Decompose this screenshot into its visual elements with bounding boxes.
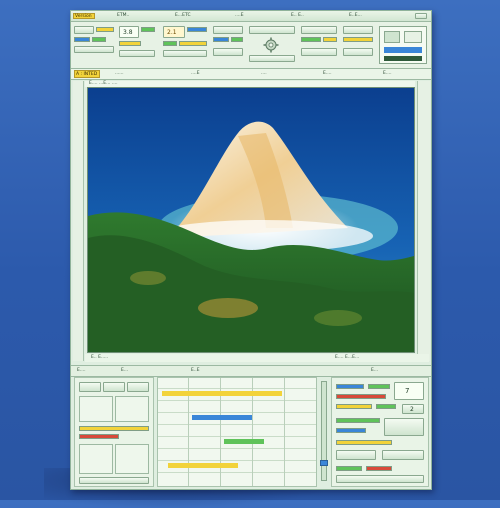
toolbar-item[interactable]: .... bbox=[261, 70, 267, 77]
tool-button[interactable] bbox=[301, 48, 337, 56]
grid-highlight bbox=[224, 439, 264, 444]
tool-swatch[interactable] bbox=[141, 27, 155, 32]
tool-swatch[interactable] bbox=[163, 41, 177, 46]
toolbar-item[interactable]: ....E bbox=[191, 70, 200, 77]
thumbnail[interactable] bbox=[79, 396, 113, 422]
readout-box[interactable]: 7 bbox=[394, 382, 424, 400]
tool-swatch[interactable] bbox=[301, 37, 321, 42]
bottom-panel-header: E.... E... E..E E... bbox=[71, 365, 431, 377]
panel-button[interactable] bbox=[382, 450, 424, 460]
level-bar bbox=[79, 434, 119, 439]
secondary-toolbar: A : INTED ...... ....E .... E.... E.... bbox=[71, 69, 431, 80]
panel-header-item[interactable]: E... bbox=[121, 367, 128, 374]
tool-swatch[interactable] bbox=[74, 37, 90, 42]
viewport-status-bar: E.. E..... E.... E...E... bbox=[85, 354, 429, 362]
toolbar-item[interactable]: E.... bbox=[323, 70, 332, 77]
tool-button[interactable] bbox=[213, 48, 243, 56]
setting-bar[interactable] bbox=[336, 394, 386, 399]
setting-bar[interactable] bbox=[336, 428, 366, 433]
tool-swatch[interactable] bbox=[213, 37, 229, 42]
gear-icon[interactable] bbox=[263, 37, 279, 53]
tool-button[interactable] bbox=[213, 26, 243, 34]
title-fragment: E.. E.. bbox=[291, 13, 304, 18]
thumbnail[interactable] bbox=[79, 444, 113, 474]
status-left: E.. E..... bbox=[91, 355, 109, 360]
toolbar-item[interactable]: E.... bbox=[383, 70, 392, 77]
vertical-ruler bbox=[73, 81, 84, 361]
tool-button[interactable] bbox=[343, 48, 373, 56]
grid-highlight bbox=[162, 391, 282, 396]
tool-button[interactable] bbox=[343, 26, 373, 34]
setting-bar[interactable] bbox=[336, 418, 380, 423]
setting-bar[interactable] bbox=[336, 440, 392, 445]
tool-swatch[interactable] bbox=[179, 41, 207, 46]
mode-tag[interactable]: A : INTED bbox=[74, 70, 100, 78]
tool-button[interactable] bbox=[74, 26, 94, 34]
tool-swatch[interactable] bbox=[343, 37, 373, 42]
title-fragment: ....E bbox=[235, 13, 244, 18]
tool-swatch[interactable] bbox=[231, 37, 243, 42]
bottom-left-panel bbox=[74, 377, 154, 487]
bottom-right-panel: 7 2 bbox=[331, 377, 429, 487]
title-fragment: E...ETC bbox=[175, 13, 191, 18]
tool-button[interactable] bbox=[74, 46, 114, 53]
slider-handle[interactable] bbox=[320, 460, 328, 466]
toolbar-item[interactable]: ...... bbox=[115, 70, 124, 77]
tool-swatch[interactable] bbox=[187, 27, 207, 32]
thumbnail[interactable] bbox=[115, 396, 149, 422]
panel-button[interactable] bbox=[103, 382, 125, 392]
image-viewport[interactable] bbox=[87, 87, 415, 353]
title-fragment: E..E... bbox=[349, 13, 362, 18]
grid-highlight bbox=[192, 415, 252, 420]
setting-bar[interactable] bbox=[376, 404, 396, 409]
tool-button[interactable] bbox=[249, 55, 295, 62]
tool-swatch[interactable] bbox=[96, 27, 114, 32]
title-fragment: ETM.. bbox=[117, 13, 130, 18]
panel-header-item[interactable]: E.... bbox=[77, 367, 86, 374]
tool-button[interactable] bbox=[249, 26, 295, 34]
value-box-2[interactable]: 2.1 bbox=[163, 26, 185, 38]
panel-header-item[interactable]: E... bbox=[371, 367, 378, 374]
setting-bar[interactable] bbox=[336, 384, 364, 389]
setting-bar[interactable] bbox=[366, 466, 392, 471]
status-right: E.... E...E... bbox=[335, 355, 360, 360]
preview-panel[interactable] bbox=[379, 26, 427, 64]
setting-bar[interactable] bbox=[368, 384, 390, 389]
viewport-caption: E.... ...E... .... bbox=[89, 81, 118, 86]
tool-swatch[interactable] bbox=[323, 37, 337, 42]
canvas-image bbox=[88, 88, 414, 352]
tool-swatch[interactable] bbox=[92, 37, 106, 42]
setting-bar[interactable] bbox=[336, 404, 372, 409]
tool-button[interactable] bbox=[163, 50, 207, 57]
data-grid[interactable] bbox=[157, 377, 317, 487]
title-bar: Version ETM.. E...ETC ....E E.. E.. E..E… bbox=[71, 11, 431, 22]
tool-button[interactable] bbox=[301, 26, 337, 34]
thumbnail[interactable] bbox=[115, 444, 149, 474]
grid-highlight bbox=[168, 463, 238, 468]
setting-bar[interactable] bbox=[336, 466, 362, 471]
vertical-slider[interactable] bbox=[320, 381, 328, 481]
panel-button[interactable] bbox=[336, 475, 424, 483]
tool-swatch[interactable] bbox=[119, 41, 141, 46]
value-box[interactable]: 3.8 bbox=[119, 26, 139, 38]
level-bar bbox=[79, 426, 149, 431]
panel-button[interactable] bbox=[79, 477, 149, 484]
panel-button[interactable] bbox=[79, 382, 101, 392]
ribbon: 3.8 2.1 bbox=[71, 22, 431, 69]
panel-button[interactable] bbox=[127, 382, 149, 392]
tool-button[interactable] bbox=[119, 50, 155, 57]
panel-button[interactable] bbox=[384, 418, 424, 436]
vertical-ruler-right bbox=[417, 81, 430, 361]
panel-button[interactable]: 2 bbox=[402, 404, 424, 414]
panel-button[interactable] bbox=[336, 450, 376, 460]
version-tag: Version bbox=[73, 13, 95, 19]
close-button[interactable] bbox=[415, 13, 427, 19]
app-window: Version ETM.. E...ETC ....E E.. E.. E..E… bbox=[70, 10, 432, 490]
panel-header-item[interactable]: E..E bbox=[191, 367, 200, 374]
